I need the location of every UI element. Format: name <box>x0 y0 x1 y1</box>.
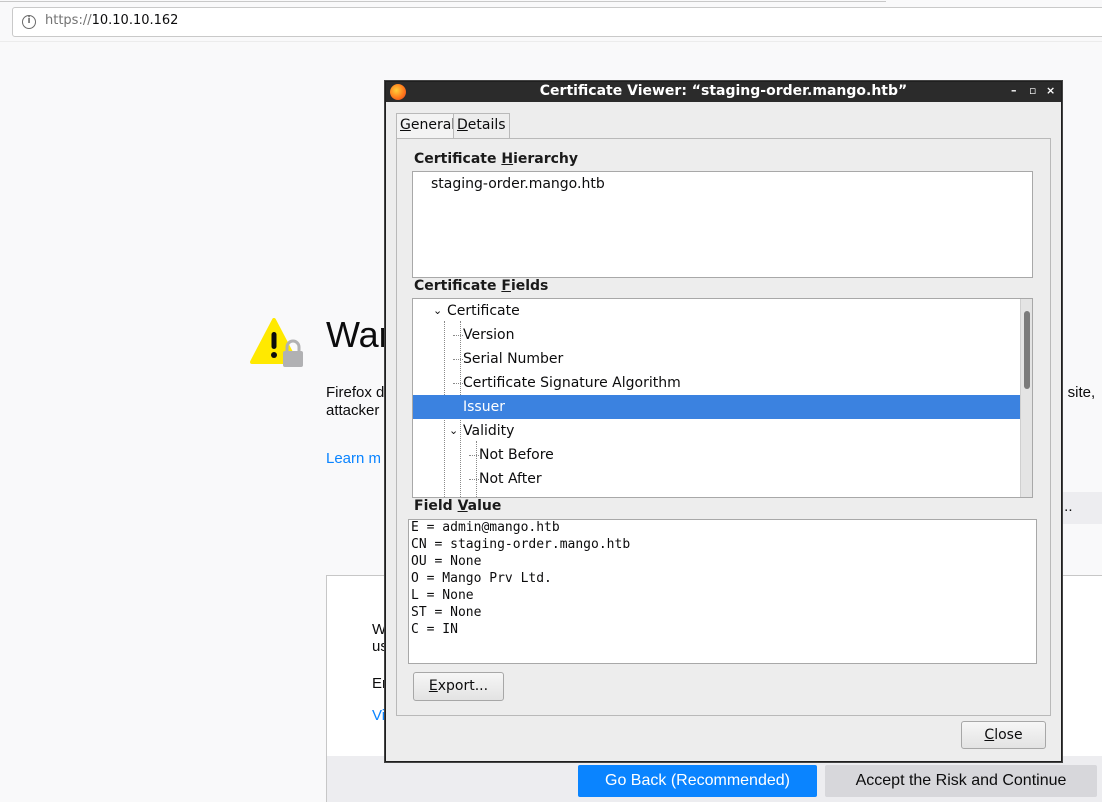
field-value-line: O = Mango Prv Ltd. <box>411 571 552 586</box>
site-info-icon[interactable]: i <box>22 15 36 29</box>
tree-row-signature-algorithm[interactable]: Certificate Signature Algorithm <box>413 371 1020 395</box>
dialog-titlebar[interactable]: Certificate Viewer: “staging-order.mango… <box>386 82 1061 102</box>
certificate-fields-tree[interactable]: ⌄ Certificate Version Serial Number Cert… <box>412 298 1033 498</box>
view-certificate-link[interactable]: Vi <box>372 707 385 724</box>
certificate-viewer-dialog: Certificate Viewer: “staging-order.mango… <box>385 81 1062 762</box>
tree-row-certificate[interactable]: ⌄ Certificate <box>413 299 1020 323</box>
chevron-down-icon[interactable]: ⌄ <box>433 299 442 323</box>
field-value-line: C = IN <box>411 622 458 637</box>
field-value-line: E = admin@mango.htb <box>411 520 560 535</box>
go-back-button[interactable]: Go Back (Recommended) <box>578 765 817 797</box>
tab-general[interactable]: General <box>396 113 460 138</box>
minimize-icon[interactable]: – <box>1011 84 1017 97</box>
dialog-title: Certificate Viewer: “staging-order.mango… <box>539 83 908 99</box>
tree-row-validity[interactable]: ⌄ Validity <box>413 419 1020 443</box>
warning-description-line2: attacker <box>326 402 380 419</box>
certificate-hierarchy-list[interactable]: staging-order.mango.htb <box>412 171 1033 278</box>
tree-scrollbar[interactable] <box>1020 299 1032 497</box>
accept-risk-button[interactable]: Accept the Risk and Continue <box>825 765 1097 797</box>
tab-details[interactable]: Details <box>453 113 510 138</box>
tree-row-issuer[interactable]: Issuer <box>413 395 1020 419</box>
warning-lock-icon <box>250 318 303 367</box>
field-value-textbox[interactable]: E = admin@mango.htb CN = staging-order.m… <box>408 519 1037 664</box>
fields-label: Certificate Fields <box>414 278 549 294</box>
browser-toolbar: i https://10.10.10.162 <box>0 0 1102 42</box>
tree-row-serial-number[interactable]: Serial Number <box>413 347 1020 371</box>
close-button[interactable]: Close <box>961 721 1046 749</box>
hierarchy-label: Certificate Hierarchy <box>414 151 579 167</box>
tab-strip-edge <box>0 0 886 2</box>
learn-more-link[interactable]: Learn m <box>326 450 381 467</box>
tree-row-not-before[interactable]: Not Before <box>413 443 1020 467</box>
tree-row-not-after[interactable]: Not After <box>413 467 1020 491</box>
warning-description-line1: Firefox d <box>326 384 385 401</box>
tree-row-version[interactable]: Version <box>413 323 1020 347</box>
field-value-line: L = None <box>411 588 474 603</box>
field-value-line: ST = None <box>411 605 482 620</box>
url-text[interactable]: https://10.10.10.162 <box>45 13 178 28</box>
chevron-down-icon[interactable]: ⌄ <box>449 419 458 443</box>
field-value-line: OU = None <box>411 554 482 569</box>
hierarchy-item[interactable]: staging-order.mango.htb <box>431 176 605 192</box>
scrollbar-thumb[interactable] <box>1024 311 1030 389</box>
export-button[interactable]: Export... <box>413 672 504 701</box>
warning-title: War <box>326 314 391 355</box>
field-value-label: Field Value <box>414 498 502 514</box>
close-icon[interactable]: × <box>1046 84 1055 97</box>
address-bar[interactable]: i https://10.10.10.162 <box>12 7 1102 37</box>
maximize-icon[interactable]: ▫ <box>1029 84 1036 97</box>
field-value-line: CN = staging-order.mango.htb <box>411 537 631 552</box>
